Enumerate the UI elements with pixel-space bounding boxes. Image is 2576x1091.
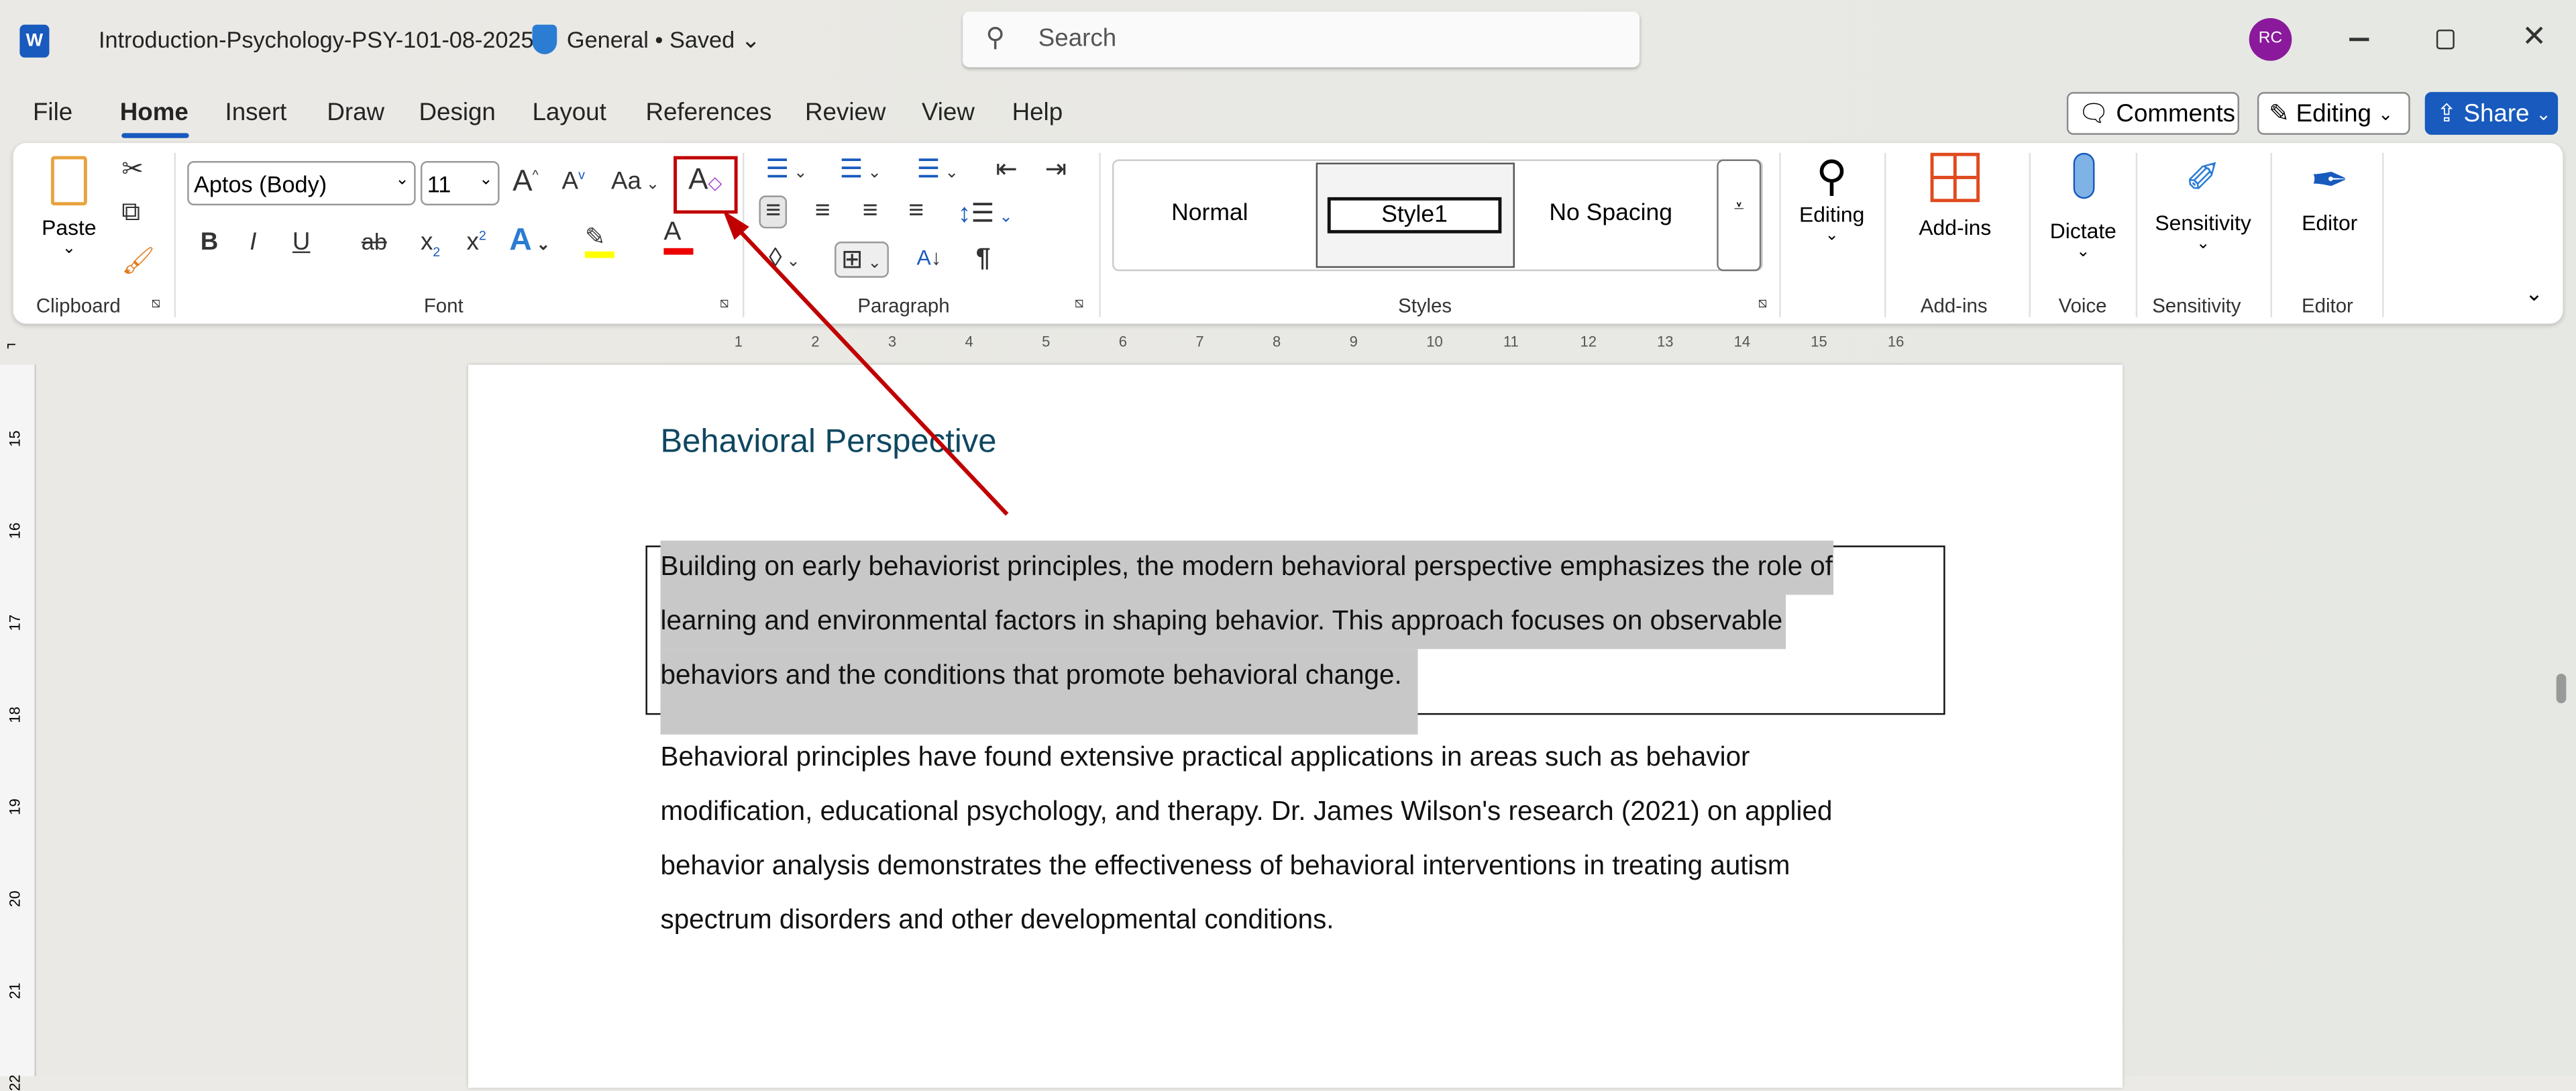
word-window: W Introduction-Psychology-PSY-101-08-202… [0,0,2576,1091]
annotation-arrow [722,210,1009,516]
ruler-tick-label: 22 [6,1074,23,1091]
